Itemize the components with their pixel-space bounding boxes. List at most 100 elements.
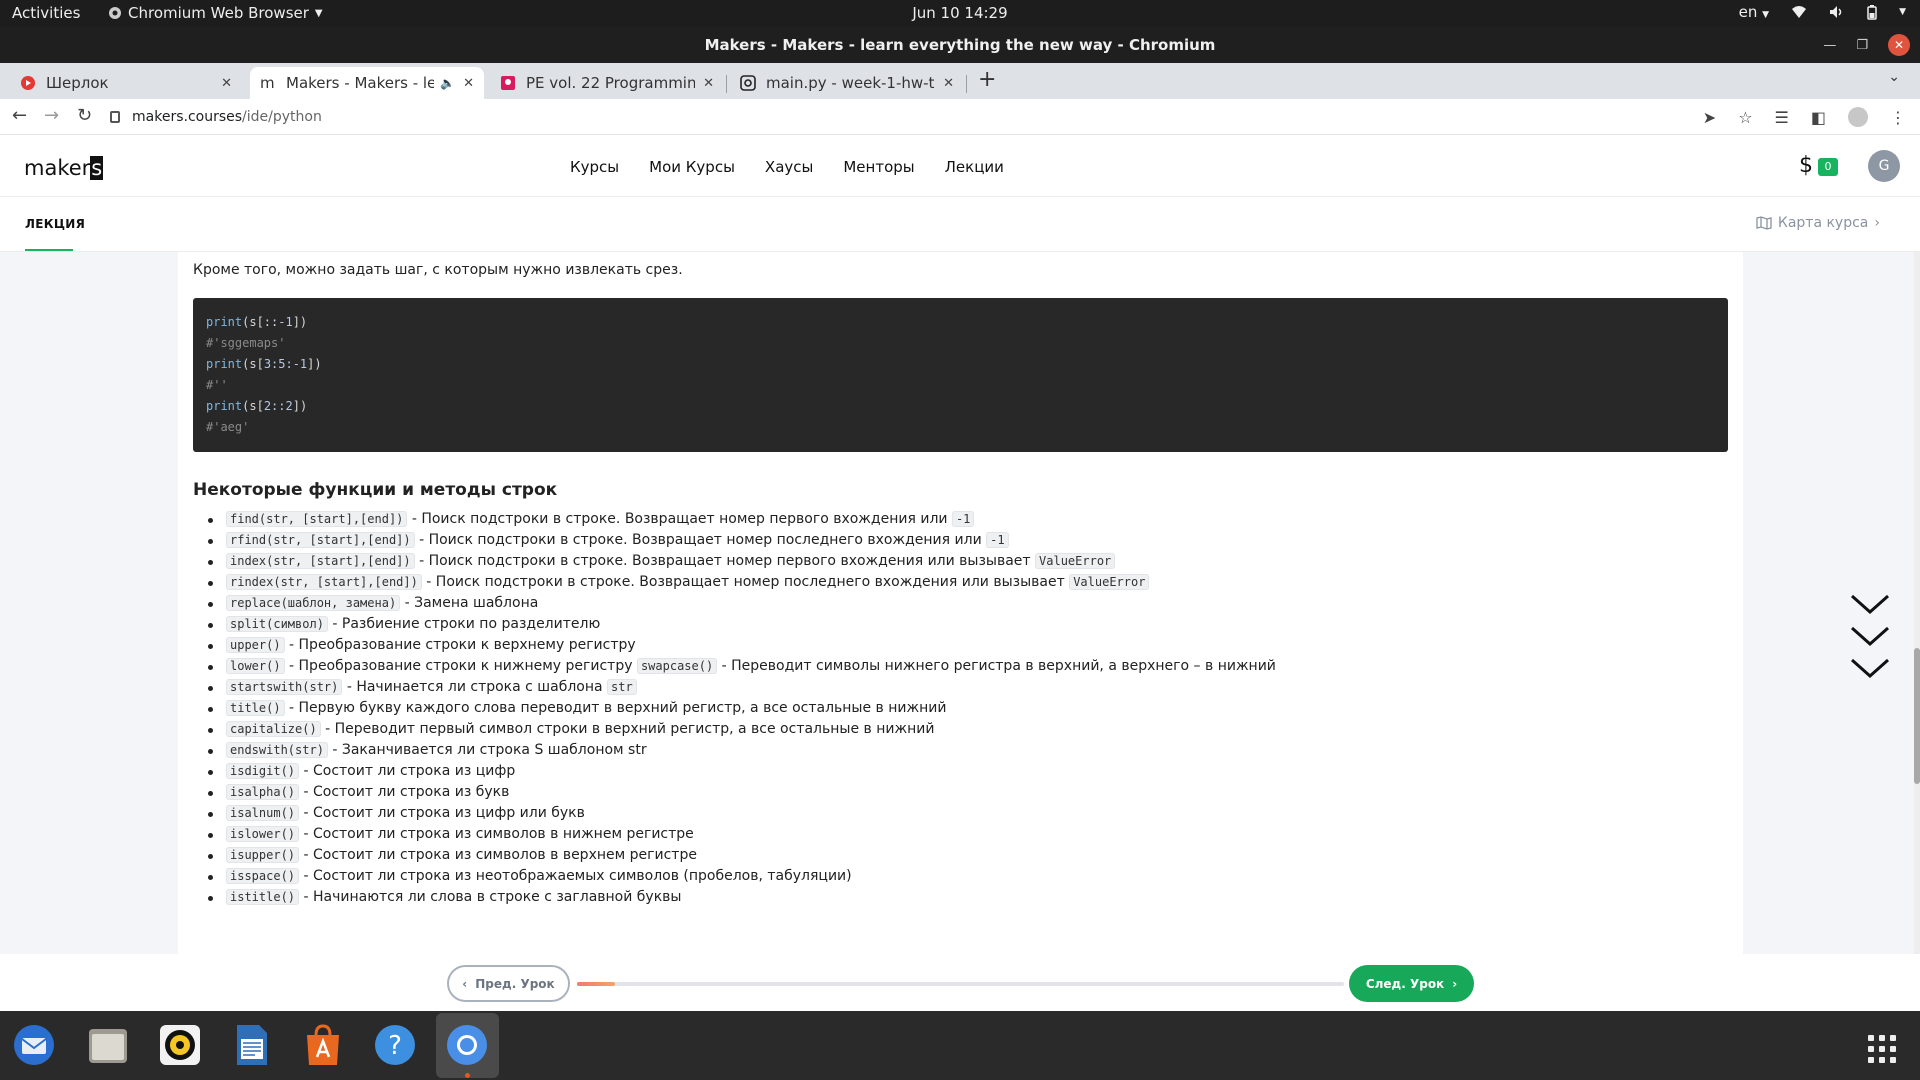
site-header: makers Курсы Мои Курсы Хаусы Менторы Лек… (0, 135, 1920, 197)
show-applications-icon[interactable] (1868, 1035, 1896, 1063)
close-tab-icon[interactable]: ✕ (943, 76, 954, 91)
maximize-icon[interactable]: ❐ (1856, 38, 1868, 53)
method-code: isalpha() (226, 784, 300, 800)
caret-down-icon: ▼ (1762, 10, 1770, 20)
new-tab-plus-icon[interactable]: + (978, 67, 996, 92)
method-description: - Разбиение строки по разделителю (327, 616, 601, 632)
tab-search-chevron-icon[interactable]: ⌄ (1888, 69, 1900, 85)
close-tab-icon[interactable]: ✕ (463, 76, 474, 91)
chevron-down-icon (1851, 626, 1889, 647)
list-item: isalpha() - Состоит ли строка из букв (193, 782, 1728, 803)
forward-arrow-icon[interactable]: → (44, 105, 59, 126)
method-code: istitle() (226, 889, 300, 905)
lecture-subheader: ЛЕКЦИЯ Карта курса › (0, 197, 1920, 252)
profile-avatar-icon[interactable] (1848, 107, 1868, 127)
user-avatar[interactable]: G (1868, 150, 1900, 182)
running-indicator (465, 1073, 470, 1078)
list-item: isupper() - Состоит ли строка из символо… (193, 845, 1728, 866)
code-line: print(s[3:5:-1]) (206, 354, 1715, 375)
kebab-menu-icon[interactable]: ⋮ (1890, 108, 1906, 127)
reading-list-icon[interactable]: ☰ (1775, 108, 1789, 127)
close-window-icon[interactable]: ✕ (1888, 34, 1910, 56)
address-bar[interactable]: makers.courses/ide/python (110, 104, 322, 130)
dock: ? (0, 1011, 1920, 1080)
page-scrollbar-thumb[interactable] (1914, 648, 1920, 784)
list-item: rfind(str, [start],[end]) - Поиск подстр… (193, 530, 1728, 551)
code-keyword: print (206, 399, 243, 413)
code-comment-line: #'sggemaps' (206, 333, 1715, 354)
files-icon[interactable] (85, 1022, 131, 1068)
list-item: isspace() - Состоит ли строка из неотобр… (193, 866, 1728, 887)
code-number: 2::2 (263, 399, 293, 413)
side-panel-icon[interactable]: ◧ (1811, 108, 1826, 127)
close-tab-icon[interactable]: ✕ (703, 76, 714, 91)
makers-favicon-icon: m (260, 74, 275, 92)
makers-logo[interactable]: makers (24, 156, 104, 180)
logo-last-letter: s (90, 156, 104, 180)
code-comment: #'sggemaps' (206, 336, 286, 350)
method-code: isupper() (226, 847, 300, 863)
lesson-card: Кроме того, можно задать шаг, с которым … (178, 252, 1743, 954)
tab-sherlock[interactable]: Шерлок ✕ (10, 67, 242, 99)
code-line: print(s[2::2]) (206, 396, 1715, 417)
prev-lesson-button[interactable]: ‹ Пред. Урок (447, 965, 570, 1002)
nav-courses[interactable]: Курсы (570, 158, 619, 176)
chevron-right-icon: › (1874, 215, 1880, 231)
list-item: rindex(str, [start],[end]) - Поиск подст… (193, 572, 1728, 593)
browser-toolbar: ← → ↻ makers.courses/ide/python ➤ ☆ ☰ ◧ … (0, 99, 1920, 135)
clock[interactable]: Jun 10 14:29 (912, 4, 1007, 22)
main-nav: Курсы Мои Курсы Хаусы Менторы Лекции (570, 158, 1004, 176)
bookmark-star-icon[interactable]: ☆ (1738, 108, 1752, 127)
code-text: (s[ (242, 399, 264, 413)
lock-icon[interactable] (110, 111, 120, 123)
code-number: 3:5:-1 (263, 357, 308, 371)
help-icon[interactable]: ? (372, 1022, 418, 1068)
method-description: - Преобразование строки к верхнему регис… (284, 637, 636, 653)
list-item: isdigit() - Состоит ли строка из цифр (193, 761, 1728, 782)
next-lesson-button[interactable]: След. Урок › (1349, 965, 1474, 1002)
page-scrollbar[interactable] (1914, 252, 1920, 954)
minimize-icon[interactable]: — (1823, 38, 1836, 53)
section-heading: Некоторые функции и методы строк (193, 480, 558, 500)
dollar-icon[interactable]: $ (1799, 153, 1813, 178)
nav-houses[interactable]: Хаусы (765, 158, 813, 176)
nav-lectures[interactable]: Лекции (945, 158, 1004, 176)
app-menu-label: Chromium Web Browser (128, 4, 309, 22)
scroll-down-button[interactable] (1848, 588, 1892, 684)
nav-mentors[interactable]: Менторы (843, 158, 914, 176)
nav-my-courses[interactable]: Мои Курсы (649, 158, 735, 176)
volume-icon (1830, 6, 1842, 18)
back-arrow-icon[interactable]: ← (12, 105, 27, 126)
send-icon[interactable]: ➤ (1703, 108, 1716, 127)
chromium-icon[interactable] (444, 1022, 490, 1068)
thunderbird-icon[interactable] (11, 1022, 57, 1068)
window-controls: — ❐ ✕ (1823, 34, 1910, 56)
method-code: ValueError (1069, 574, 1150, 590)
method-code: str (607, 679, 637, 695)
list-item: startswith(str) - Начинается ли строка с… (193, 677, 1728, 698)
tab-title: PE vol. 22 Programming (526, 74, 696, 92)
language-indicator[interactable]: en ▼ (1739, 3, 1769, 21)
caret-down-icon: ▼ (1899, 7, 1906, 17)
method-code: isdigit() (226, 763, 300, 779)
method-code: islower() (226, 826, 300, 842)
activities-button[interactable]: Activities (12, 4, 80, 22)
system-tray[interactable]: en ▼ ▼ (1739, 3, 1906, 21)
tab-main-py[interactable]: main.py - week-1-hw-tasks ✕ (730, 67, 964, 99)
close-tab-icon[interactable]: ✕ (221, 76, 232, 91)
software-icon[interactable] (300, 1022, 346, 1068)
tab-lecture[interactable]: ЛЕКЦИЯ (25, 217, 85, 231)
audio-playing-icon[interactable]: 🔈 (440, 76, 455, 90)
tab-makers[interactable]: m Makers - Makers - learn everything 🔈 ✕ (250, 67, 484, 99)
writer-icon[interactable] (228, 1022, 274, 1068)
app-menu[interactable]: Chromium Web Browser ▼ (108, 4, 323, 22)
method-code: lower() (226, 658, 285, 674)
reload-icon[interactable]: ↻ (77, 105, 92, 126)
tab-pe-vol-22[interactable]: PE vol. 22 Programming ✕ (490, 67, 724, 99)
method-description: - Состоит ли строка из символов в нижнем… (299, 826, 694, 842)
course-map-link[interactable]: Карта курса › (1756, 215, 1880, 231)
language-label: en (1738, 3, 1758, 21)
rhythmbox-icon[interactable] (157, 1022, 203, 1068)
method-code: startswith(str) (226, 679, 343, 695)
code-line: print(s[::-1]) (206, 312, 1715, 333)
